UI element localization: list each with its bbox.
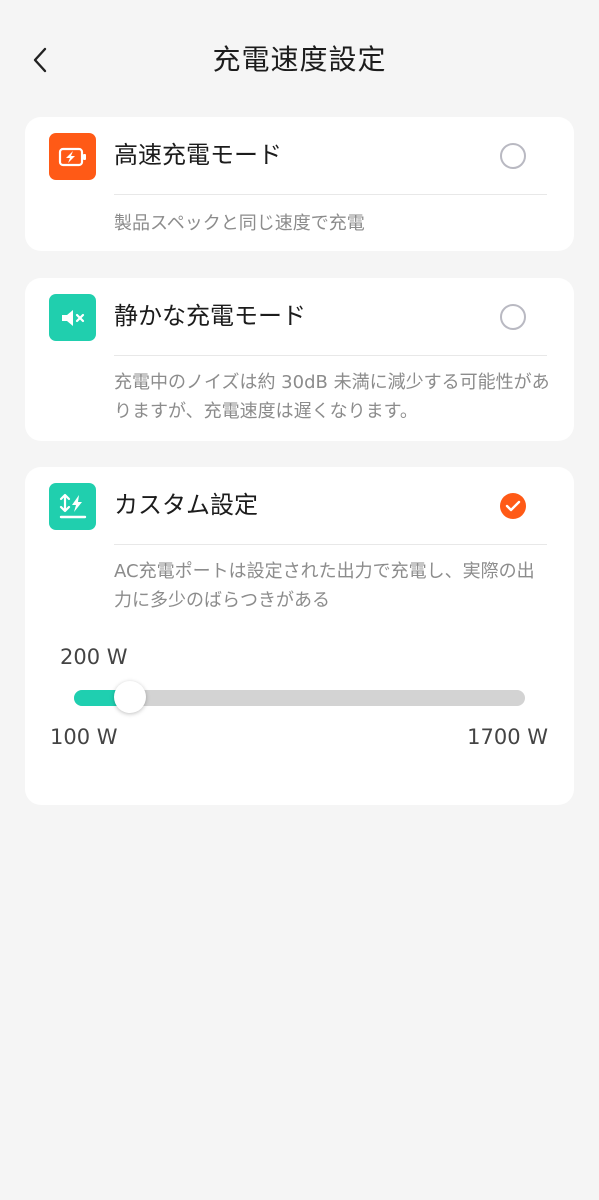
divider [114,194,547,195]
custom-setting-card[interactable]: カスタム設定 AC充電ポートは設定された出力で充電し、実際の出力に多少のばらつき… [25,467,574,805]
lightning-battery-icon [49,133,96,180]
mute-speaker-icon [49,294,96,341]
slider-min-label: 100 W [50,725,118,749]
quiet-charge-title: 静かな充電モード [114,302,306,330]
power-slider[interactable] [74,681,525,713]
slider-max-label: 1700 W [467,725,548,749]
slider-current-value: 200 W [60,645,128,669]
custom-setting-header: カスタム設定 [25,467,574,545]
custom-setting-description: AC充電ポートは設定された出力で充電し、実際の出力に多少のばらつきがある [114,561,535,611]
fast-charge-description: 製品スペックと同じ速度で充電 [114,213,365,234]
header: 充電速度設定 [0,0,599,120]
slider-thumb[interactable] [114,681,147,713]
fast-charge-card[interactable]: 高速充電モード 製品スペックと同じ速度で充電 [25,117,574,251]
custom-power-icon [49,483,96,530]
fast-charge-header: 高速充電モード [25,117,574,195]
page-title: 充電速度設定 [212,43,387,76]
divider [114,355,547,356]
custom-setting-radio[interactable] [500,493,526,519]
quiet-charge-header: 静かな充電モード [25,278,574,356]
checkmark-icon [505,500,521,512]
custom-setting-title: カスタム設定 [114,491,258,519]
divider [114,544,547,545]
quiet-charge-card[interactable]: 静かな充電モード 充電中のノイズは約 30dB 未満に減少する可能性がありますが… [25,278,574,441]
fast-charge-radio[interactable] [500,143,526,169]
quiet-charge-radio[interactable] [500,304,526,330]
fast-charge-title: 高速充電モード [114,141,282,169]
quiet-charge-description: 充電中のノイズは約 30dB 未満に減少する可能性がありますが、充電速度は遅くな… [114,372,550,422]
